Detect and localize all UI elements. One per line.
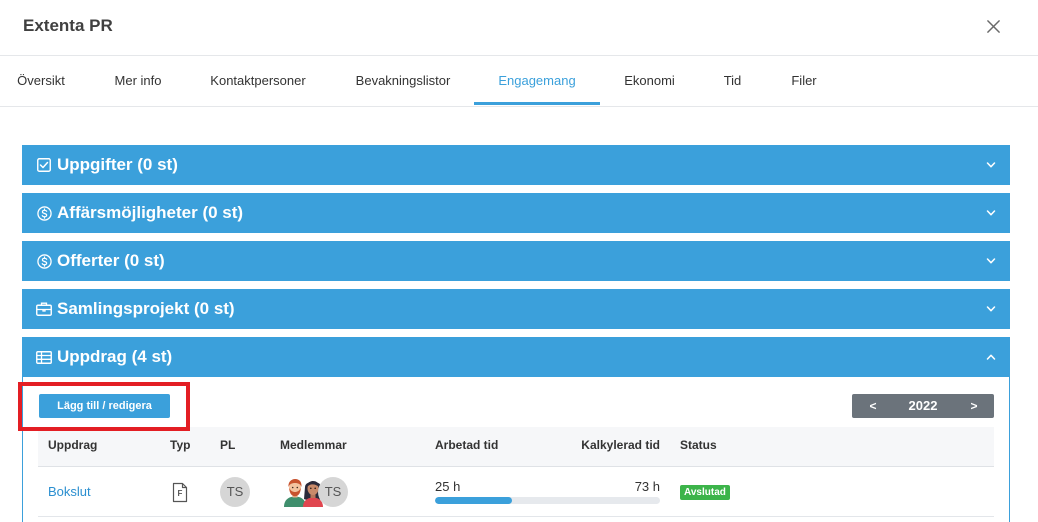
tab-filer[interactable]: Filer bbox=[767, 56, 841, 106]
section-label: Offerter (0 st) bbox=[57, 251, 165, 270]
close-button[interactable] bbox=[982, 15, 1004, 37]
pl-avatar: TS bbox=[220, 477, 250, 507]
document-icon: F bbox=[172, 482, 188, 503]
column-header-medlemmar: Medlemmar bbox=[280, 438, 347, 452]
tab-engagemang[interactable]: Engagemang bbox=[474, 56, 600, 106]
calculated-time: 73 h bbox=[634, 479, 660, 494]
tab-kontaktpersoner[interactable]: Kontaktpersoner bbox=[186, 56, 330, 106]
tab-oversikt[interactable]: Översikt bbox=[0, 56, 82, 106]
section-label: Uppdrag (4 st) bbox=[57, 347, 173, 366]
add-edit-button[interactable]: Lägg till / redigera bbox=[39, 394, 170, 418]
section-uppdrag-panel: Lägg till / redigera < 2022 > Uppdrag Ty… bbox=[22, 377, 1010, 522]
tab-bevakningslistor[interactable]: Bevakningslistor bbox=[331, 56, 475, 106]
dialog-header: Extenta PR bbox=[0, 0, 1038, 56]
dollar-circle-icon bbox=[36, 253, 52, 269]
section-label: Affärsmöjligheter (0 st) bbox=[57, 203, 244, 222]
column-header-arbetad-tid: Arbetad tid bbox=[435, 438, 499, 452]
year-navigator: < 2022 > bbox=[852, 394, 994, 418]
chevron-down-icon bbox=[986, 210, 996, 216]
status-badge: Avslutad bbox=[680, 485, 730, 500]
column-header-uppdrag: Uppdrag bbox=[48, 438, 98, 452]
dialog-title: Extenta PR bbox=[23, 16, 113, 35]
type-letter: F bbox=[177, 489, 183, 498]
section-uppgifter-header[interactable]: Uppgifter (0 st) bbox=[22, 145, 1010, 185]
year-label: 2022 bbox=[908, 398, 938, 413]
column-header-typ: Typ bbox=[170, 438, 191, 452]
next-year-button[interactable]: > bbox=[954, 394, 994, 418]
section-label: Samlingsprojekt (0 st) bbox=[57, 299, 235, 318]
time-progress-fill bbox=[435, 497, 512, 504]
column-header-pl: PL bbox=[220, 438, 236, 452]
section-uppdrag-header[interactable]: Uppdrag (4 st) bbox=[22, 337, 1010, 377]
time-cell: 25 h 73 h bbox=[435, 467, 660, 516]
uppdrag-name-link[interactable]: Bokslut bbox=[48, 467, 91, 516]
dollar-circle-icon bbox=[36, 205, 52, 221]
section-affarsmojligheter-header[interactable]: Affärsmöjligheter (0 st) bbox=[22, 193, 1010, 233]
section-label: Uppgifter (0 st) bbox=[57, 155, 178, 174]
chevron-up-icon bbox=[986, 354, 996, 360]
time-progress-bar bbox=[435, 497, 660, 504]
chevron-down-icon bbox=[986, 306, 996, 312]
previous-year-button[interactable]: < bbox=[852, 394, 894, 418]
tab-mer-info[interactable]: Mer info bbox=[90, 56, 186, 106]
check-square-icon bbox=[36, 157, 52, 173]
column-header-status: Status bbox=[680, 438, 717, 452]
chevron-down-icon bbox=[986, 162, 996, 168]
tab-tid[interactable]: Tid bbox=[699, 56, 766, 106]
close-icon[interactable] bbox=[986, 19, 1001, 34]
worked-time: 25 h bbox=[435, 479, 461, 494]
section-samlingsprojekt-header[interactable]: Samlingsprojekt (0 st) bbox=[22, 289, 1010, 329]
section-offerter-header[interactable]: Offerter (0 st) bbox=[22, 241, 1010, 281]
tab-bar: Översikt Mer info Kontaktpersoner Bevakn… bbox=[0, 56, 1038, 107]
table-icon bbox=[36, 349, 52, 365]
briefcase-icon bbox=[36, 301, 52, 317]
table-row: Bokslut F TS TS 25 h 73 h Avslutad bbox=[38, 467, 994, 517]
member-avatar: TS bbox=[318, 477, 348, 507]
chevron-down-icon bbox=[986, 258, 996, 264]
tab-ekonomi[interactable]: Ekonomi bbox=[600, 56, 699, 106]
column-header-kalkylerad-tid: Kalkylerad tid bbox=[581, 438, 660, 452]
table-header: Uppdrag Typ PL Medlemmar Arbetad tid Kal… bbox=[38, 427, 994, 467]
